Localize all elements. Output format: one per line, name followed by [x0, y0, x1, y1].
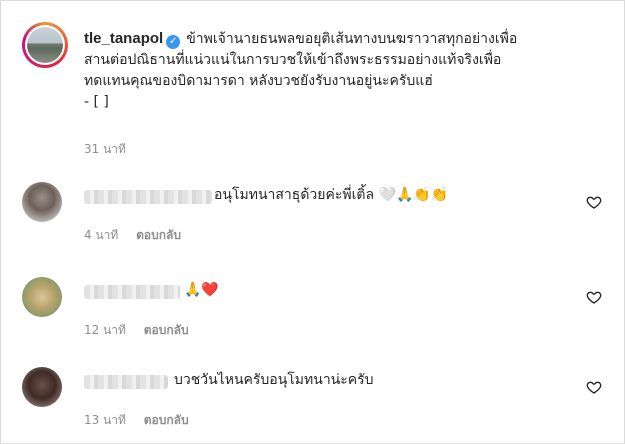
comment-meta: 4 นาที ตอบกลับ [84, 226, 181, 245]
reply-button[interactable]: ตอบกลับ [144, 323, 189, 337]
commenter-username-blurred[interactable] [84, 285, 180, 299]
commenter-avatar[interactable] [22, 182, 62, 222]
caption-line-4: - [ ] [84, 94, 109, 110]
avatar-photo [27, 27, 63, 63]
commenter-avatar[interactable] [22, 277, 62, 317]
heart-outline-icon[interactable] [586, 289, 602, 305]
post-timestamp[interactable]: 31 นาที [84, 140, 126, 159]
comment-meta: 13 นาที ตอบกลับ [84, 411, 189, 430]
comment-item: 🙏❤️ 12 นาที ตอบกลับ [22, 277, 612, 347]
comment-text: 🙏❤️ [184, 280, 219, 300]
caption-line-1: ข้าพเจ้านายธนพลขอยุติเส้นทางบนฆราวาสทุกอ… [186, 31, 518, 47]
commenter-username-blurred[interactable] [84, 190, 212, 204]
comment-timestamp[interactable]: 13 นาที [84, 413, 126, 427]
author-avatar[interactable] [22, 22, 68, 68]
heart-outline-icon[interactable] [586, 194, 602, 210]
caption-line-3: ทดแทนคุณของบิดามารดา หลังบวชยังรับงานอยู… [84, 73, 433, 89]
reply-button[interactable]: ตอบกลับ [144, 413, 189, 427]
comment-timestamp[interactable]: 12 นาที [84, 323, 126, 337]
caption-line-2: สานต่อปณิธานที่แน่วแน่ในการบวชให้เข้าถึง… [84, 52, 502, 68]
reply-button[interactable]: ตอบกลับ [136, 228, 181, 242]
comment-text: อนุโมทนาสาธุด้วยค่ะพี่เติ้ล 🤍🙏👏👏 [214, 187, 449, 203]
comment-item: บวชวันไหนครับอนุโมทนาน่ะครับ 13 นาที ตอบ… [22, 367, 612, 437]
commenter-username-blurred[interactable] [84, 375, 168, 389]
comment-item: อนุโมทนาสาธุด้วยค่ะพี่เติ้ล 🤍🙏👏👏 4 นาที … [22, 182, 612, 252]
author-username[interactable]: tle_tanapol [84, 30, 163, 47]
comment-emojis: 🙏❤️ [184, 282, 219, 298]
comment-text: บวชวันไหนครับอนุโมทนาน่ะครับ [174, 372, 374, 388]
heart-outline-icon[interactable] [586, 379, 602, 395]
verified-badge-icon: ✓ [166, 35, 181, 49]
comment-meta: 12 นาที ตอบกลับ [84, 321, 189, 340]
commenter-avatar[interactable] [22, 367, 62, 407]
comment-timestamp[interactable]: 4 นาที [84, 228, 118, 242]
comment-emojis: 🤍🙏👏👏 [378, 187, 449, 203]
caption-text: tle_tanapol ✓ ข้าพเจ้านายธนพลขอยุติเส้นทาง… [84, 28, 604, 113]
